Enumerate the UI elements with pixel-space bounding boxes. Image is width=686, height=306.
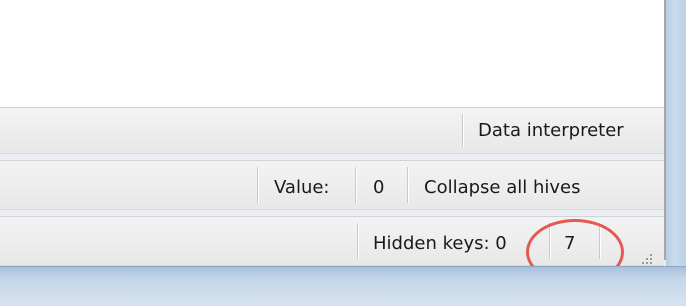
collapse-all-hives-button[interactable]: Collapse all hives (424, 177, 580, 199)
value-number: 0 (373, 177, 385, 198)
window-frame-right (666, 0, 686, 305)
toolbar-separator (407, 167, 408, 203)
hidden-keys-count: 7 (564, 233, 576, 254)
status-separator (549, 223, 550, 259)
content-pane (0, 0, 666, 107)
window-frame-bottom (0, 266, 686, 306)
resize-grip-icon[interactable] (640, 254, 654, 266)
hidden-keys-label: Hidden keys: 0 (373, 233, 507, 254)
data-interpreter-button[interactable]: Data interpreter (478, 120, 624, 142)
toolbar-separator (257, 167, 258, 203)
toolbar-separator (462, 114, 463, 147)
data-interpreter-toolbar: Data interpreter (0, 107, 664, 154)
app-window: Data interpreter Value: 0 Collapse all h… (0, 0, 666, 305)
value-toolbar: Value: 0 Collapse all hives (0, 160, 664, 210)
value-label: Value: (274, 177, 330, 198)
status-separator (599, 223, 600, 259)
status-bar: Hidden keys: 0 7 (0, 216, 664, 266)
status-separator (357, 223, 358, 259)
toolbar-separator (355, 167, 356, 203)
